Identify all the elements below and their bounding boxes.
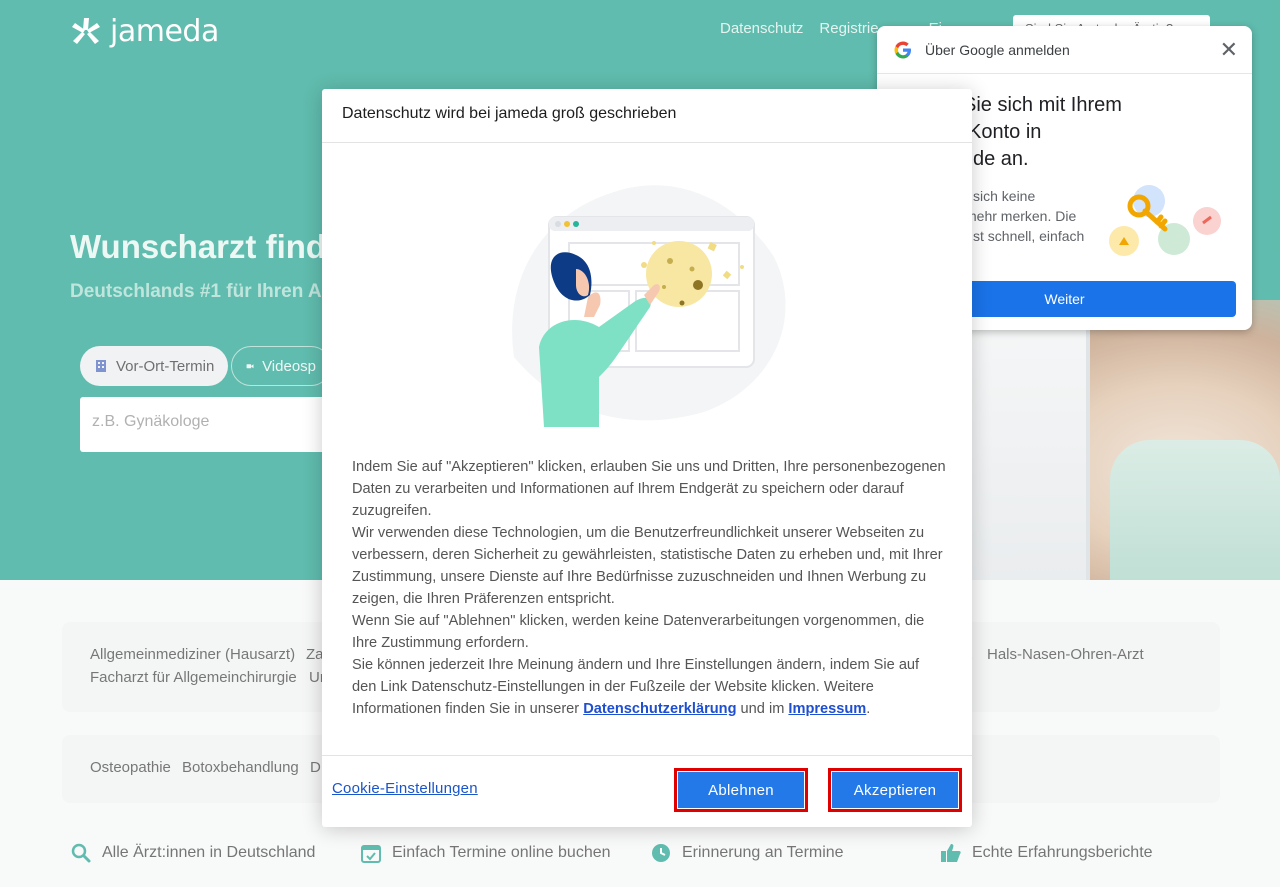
- privacy-illustration: [512, 185, 786, 427]
- passkey-illustration-icon: [1109, 185, 1221, 256]
- google-popup-title: Über Google anmelden: [925, 41, 1070, 58]
- modal-paragraph: Wir verwenden diese Technologien, um die…: [352, 525, 943, 607]
- close-icon[interactable]: ✕: [1220, 38, 1238, 61]
- modal-body: Indem Sie auf "Akzeptieren" klicken, erl…: [352, 456, 947, 720]
- privacy-modal: Datenschutz wird bei jameda groß geschri…: [322, 89, 972, 827]
- modal-paragraph: Sie können jederzeit Ihre Meinung ändern…: [352, 654, 947, 720]
- modal-text-span: und im: [736, 701, 789, 717]
- modal-paragraph: Wenn Sie auf "Ablehnen" klicken, werden …: [352, 613, 925, 651]
- google-logo-icon: [894, 41, 911, 58]
- privacy-policy-link[interactable]: Datenschutzerklärung: [583, 701, 736, 717]
- accept-button-label: Akzeptieren: [831, 771, 959, 809]
- modal-title: Datenschutz wird bei jameda groß geschri…: [322, 89, 972, 143]
- accept-button[interactable]: Akzeptieren: [828, 768, 962, 812]
- decline-button-label: Ablehnen: [677, 771, 805, 809]
- modal-text-span: .: [866, 701, 871, 717]
- modal-footer: Cookie-Einstellungen Ablehnen Akzeptiere…: [322, 755, 972, 827]
- imprint-link[interactable]: Impressum: [788, 701, 866, 717]
- google-popup-header: Über Google anmelden ✕: [877, 26, 1252, 74]
- decline-button[interactable]: Ablehnen: [674, 768, 808, 812]
- modal-paragraph: Indem Sie auf "Akzeptieren" klicken, erl…: [352, 459, 946, 519]
- cookie-settings-link[interactable]: Cookie-Einstellungen: [332, 780, 478, 797]
